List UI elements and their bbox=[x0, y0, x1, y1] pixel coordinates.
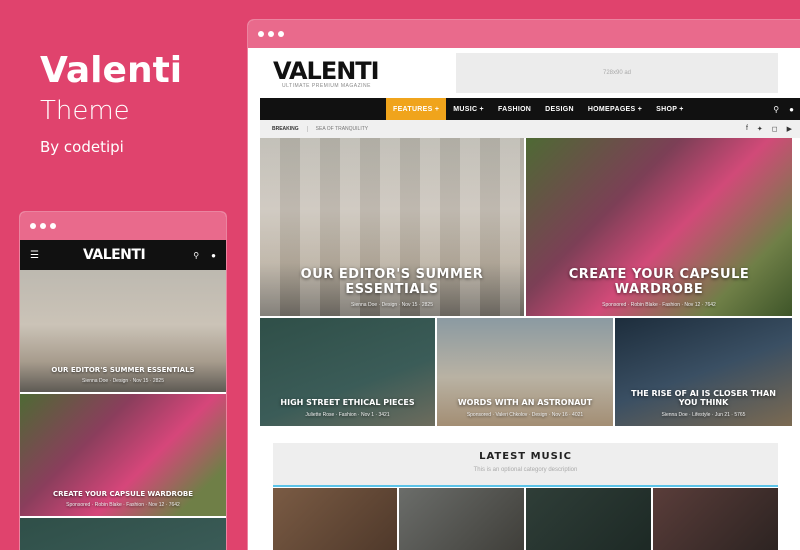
feature-title[interactable]: OUR EDITOR'S SUMMER ESSENTIALS bbox=[51, 366, 194, 374]
nav-item-music[interactable]: MUSIC + bbox=[446, 98, 491, 120]
feature-title[interactable]: CREATE YOUR CAPSULE WARDROBE bbox=[53, 490, 193, 498]
section-title[interactable]: LATEST MUSIC bbox=[273, 451, 778, 462]
music-thumbnail[interactable] bbox=[653, 488, 778, 550]
brand-author: By codetipi bbox=[40, 138, 124, 156]
user-icon[interactable]: ● bbox=[211, 251, 216, 260]
feature-meta: Sienna Doe · Lifestyle · Jun 21 · 5765 bbox=[661, 412, 746, 418]
ad-banner[interactable]: 728x90 ad bbox=[456, 53, 778, 93]
feature-title[interactable]: THE RISE OF AI IS CLOSER THAN YOU THINK bbox=[615, 389, 792, 408]
main-nav: FEATURES + MUSIC + FASHION DESIGN HOMEPA… bbox=[260, 98, 800, 120]
nav-item-shop[interactable]: SHOP + bbox=[649, 98, 691, 120]
window-dot-icon bbox=[30, 223, 36, 229]
music-thumbnail[interactable] bbox=[399, 488, 524, 550]
music-thumbnail[interactable] bbox=[526, 488, 651, 550]
feature-tile[interactable]: CREATE YOUR CAPSULE WARDROBE Sponsored ·… bbox=[526, 138, 792, 316]
menu-icon[interactable]: ☰ bbox=[30, 250, 39, 261]
window-dot-icon bbox=[50, 223, 56, 229]
window-titlebar bbox=[248, 20, 800, 48]
breaking-bar: BREAKING SEA OF TRANQUILITY f ✦ ◻ ▶ bbox=[260, 120, 800, 138]
search-icon[interactable]: ⚲ bbox=[773, 105, 779, 114]
site-header: VALENTI ULTIMATE PREMIUM MAGAZINE 728x90… bbox=[260, 48, 800, 98]
instagram-icon[interactable]: ◻ bbox=[772, 125, 778, 133]
search-icon[interactable]: ⚲ bbox=[193, 251, 199, 260]
facebook-icon[interactable]: f bbox=[746, 125, 748, 133]
mobile-feature-tile[interactable]: CREATE YOUR CAPSULE WARDROBE Sponsored ·… bbox=[20, 394, 226, 516]
feature-meta: Sponsored · Robin Blake · Fashion · Nov … bbox=[66, 502, 180, 508]
site-logo[interactable]: VALENTI bbox=[273, 57, 380, 85]
brand-title: Valenti bbox=[40, 50, 183, 91]
window-dot-icon bbox=[40, 223, 46, 229]
mobile-logo[interactable]: VALENTI bbox=[83, 247, 146, 263]
user-icon[interactable]: ● bbox=[789, 105, 794, 114]
desktop-window: VALENTI ULTIMATE PREMIUM MAGAZINE 728x90… bbox=[248, 20, 800, 550]
feature-tile[interactable]: WORDS WITH AN ASTRONAUT Sponsored · Vale… bbox=[437, 318, 613, 426]
brand-subtitle: Theme bbox=[40, 96, 130, 126]
window-dot-icon bbox=[258, 31, 264, 37]
feature-tile[interactable]: HIGH STREET ETHICAL PIECES Juliette Rose… bbox=[260, 318, 435, 426]
nav-item-homepages[interactable]: HOMEPAGES + bbox=[581, 98, 649, 120]
twitter-icon[interactable]: ✦ bbox=[757, 125, 763, 133]
breaking-label: BREAKING bbox=[272, 126, 308, 132]
music-thumbnail[interactable] bbox=[273, 488, 397, 550]
feature-meta: Sienna Doe · Design · Nov 15 · 2825 bbox=[82, 378, 164, 384]
nav-item-features[interactable]: FEATURES + bbox=[386, 98, 447, 120]
feature-title[interactable]: HIGH STREET ETHICAL PIECES bbox=[280, 398, 414, 408]
feature-title[interactable]: WORDS WITH AN ASTRONAUT bbox=[458, 398, 592, 408]
section-header: LATEST MUSIC This is an optional categor… bbox=[273, 443, 778, 487]
mobile-nav: ☰ VALENTI ⚲ ● bbox=[20, 240, 226, 270]
feature-tile[interactable]: THE RISE OF AI IS CLOSER THAN YOU THINK … bbox=[615, 318, 792, 426]
feature-meta: Sienna Doe · Design · Nov 15 · 2825 bbox=[351, 302, 433, 308]
section-description: This is an optional category description bbox=[473, 467, 578, 473]
breaking-headline[interactable]: SEA OF TRANQUILITY bbox=[316, 126, 368, 132]
feature-title[interactable]: CREATE YOUR CAPSULE WARDROBE bbox=[526, 267, 792, 298]
site-preview: VALENTI ULTIMATE PREMIUM MAGAZINE 728x90… bbox=[260, 48, 800, 550]
feature-meta: Juliette Rose · Fashion · Nov 1 · 3421 bbox=[305, 412, 390, 418]
feature-tile[interactable]: OUR EDITOR'S SUMMER ESSENTIALS Sienna Do… bbox=[260, 138, 524, 316]
mobile-window: ☰ VALENTI ⚲ ● OUR EDITOR'S SUMMER ESSENT… bbox=[20, 212, 226, 550]
nav-item-design[interactable]: DESIGN bbox=[538, 98, 581, 120]
youtube-icon[interactable]: ▶ bbox=[787, 125, 792, 133]
feature-title[interactable]: OUR EDITOR'S SUMMER ESSENTIALS bbox=[260, 267, 524, 298]
feature-meta: Sponsored · Valeri Chkolov · Design · No… bbox=[466, 412, 584, 418]
feature-meta: Sponsored · Robin Blake · Fashion · Nov … bbox=[602, 302, 716, 308]
mobile-feature-tile[interactable] bbox=[20, 518, 226, 550]
window-dot-icon bbox=[268, 31, 274, 37]
window-dot-icon bbox=[278, 31, 284, 37]
nav-item-fashion[interactable]: FASHION bbox=[491, 98, 538, 120]
mobile-feature-tile[interactable]: OUR EDITOR'S SUMMER ESSENTIALS Sienna Do… bbox=[20, 270, 226, 392]
site-tagline: ULTIMATE PREMIUM MAGAZINE bbox=[282, 83, 371, 89]
window-titlebar bbox=[20, 212, 226, 240]
